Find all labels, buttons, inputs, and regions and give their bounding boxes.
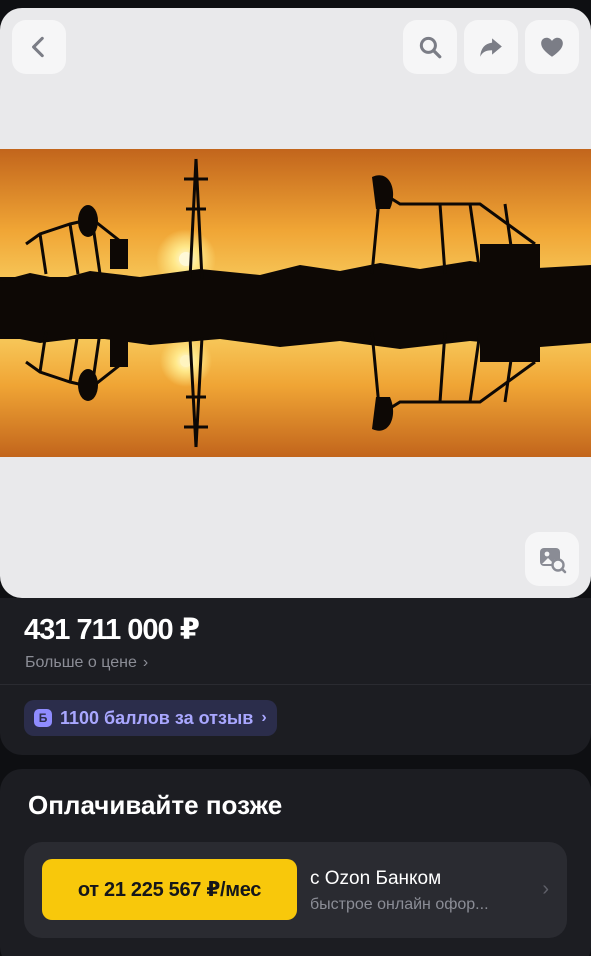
installment-price-pill[interactable]: от 21 225 567 ₽/мес <box>42 859 297 920</box>
product-photo[interactable] <box>0 149 591 457</box>
price-section: 431 711 000 ₽ Больше о цене › Б 1100 бал… <box>0 598 591 755</box>
visual-search-button[interactable] <box>525 532 579 586</box>
search-icon <box>419 36 442 59</box>
search-button[interactable] <box>403 20 457 74</box>
divider <box>0 684 591 685</box>
share-button[interactable] <box>464 20 518 74</box>
price-details-label: Больше о цене <box>25 654 137 671</box>
favorite-button[interactable] <box>525 20 579 74</box>
chevron-right-icon: › <box>542 878 549 900</box>
installment-offer[interactable]: от 21 225 567 ₽/мес с Ozon Банком быстро… <box>24 842 567 938</box>
oil-pumps-sunset-image <box>0 149 591 457</box>
pay-later-section: Оплачивайте позже от 21 225 567 ₽/мес с … <box>0 769 591 956</box>
chevron-right-icon: › <box>261 709 267 726</box>
pay-later-title: Оплачивайте позже <box>28 790 283 820</box>
installment-subtitle: быстрое онлайн офор... <box>310 896 489 913</box>
price-amount: 431 711 000 ₽ <box>24 614 200 646</box>
review-points-label: 1100 баллов за отзыв <box>60 707 254 728</box>
image-search-icon <box>540 548 567 574</box>
points-icon: Б <box>34 709 52 727</box>
chevron-right-icon: › <box>142 654 149 671</box>
review-points-badge[interactable]: Б 1100 баллов за отзыв › <box>24 700 277 736</box>
heart-icon <box>541 37 563 57</box>
back-button[interactable] <box>12 20 66 74</box>
product-gallery[interactable] <box>0 8 591 598</box>
share-arrow-icon <box>480 38 502 57</box>
bank-label: с Ozon Банком <box>310 868 442 889</box>
price-details-link[interactable]: Больше о цене › <box>25 654 148 672</box>
chevron-left-icon <box>32 36 44 58</box>
